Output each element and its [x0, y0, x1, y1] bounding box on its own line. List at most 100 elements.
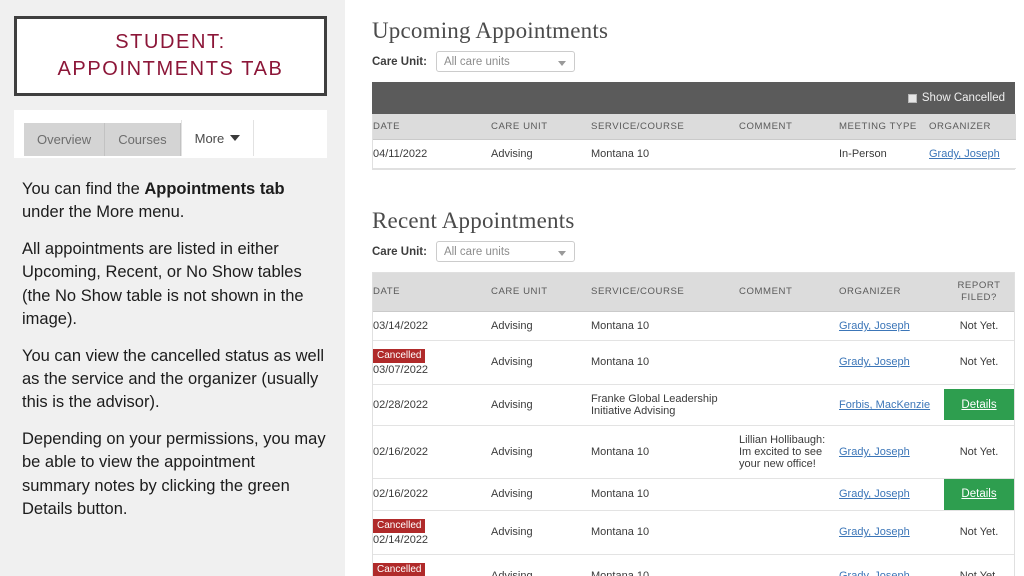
recent-care-unit-value: All care units	[443, 245, 510, 258]
cell-service-course: Montana 10	[591, 311, 739, 341]
cell-service-course: Montana 10	[591, 510, 739, 555]
upcoming-table-container: Show Cancelled DATE CARE UNIT SERVICE/COUR…	[372, 82, 1016, 170]
column-header: MEETING TYPE	[839, 114, 929, 140]
cell-care-unit: Advising	[491, 425, 591, 479]
cell-care-unit: Advising	[491, 510, 591, 555]
upcoming-care-unit-select[interactable]: All care units	[435, 51, 575, 72]
organizer-link[interactable]: Grady, Joseph	[839, 320, 910, 332]
column-header: DATE	[373, 114, 491, 140]
slide-title-box: STUDENT: APPOINTMENTS TAB	[14, 16, 327, 96]
upcoming-appointments-section: Upcoming Appointments Care Unit: All car…	[372, 18, 1016, 170]
chevron-down-icon	[557, 251, 566, 256]
cell-organizer: Grady, Joseph	[839, 478, 944, 511]
paragraph: You can view the cancelled status as wel…	[22, 345, 327, 415]
text-run: All appointments are listed in either Up…	[22, 239, 304, 329]
cell-report-filed: Not Yet.	[944, 425, 1014, 479]
cell-organizer: Grady, Joseph	[839, 425, 944, 479]
explainer-text: You can find the Appointments tab under …	[22, 178, 327, 534]
text-run: under the More menu.	[22, 203, 185, 222]
cell-date: 04/11/2022	[373, 139, 491, 169]
tab-more[interactable]: More	[180, 120, 255, 156]
cell-care-unit: Advising	[491, 554, 591, 576]
recent-table-container: DATE CARE UNIT SERVICE/COURSE COMMENT ORGANI…	[372, 272, 1015, 576]
column-header: DATE	[373, 273, 491, 312]
student-profile-tabs-card: Overview Courses More	[14, 110, 327, 158]
cell-date: 02/16/2022	[373, 425, 491, 479]
organizer-link[interactable]: Grady, Joseph	[839, 488, 910, 500]
cell-organizer: Grady, Joseph	[929, 139, 1016, 169]
show-cancelled-checkbox[interactable]	[907, 93, 917, 103]
paragraph: Depending on your permissions, you may b…	[22, 428, 327, 522]
left-explainer-panel: STUDENT: APPOINTMENTS TAB Overview Course…	[0, 0, 345, 576]
cell-report-filed: Not Yet.	[944, 340, 1014, 385]
column-header: COMMENT	[739, 273, 839, 312]
cell-date: 03/14/2022	[373, 311, 491, 341]
table-row: Cancelled 02/14/2022 Advising Montana 10 Gra…	[373, 510, 1014, 555]
column-header: COMMENT	[739, 114, 839, 140]
tab-label: Courses	[118, 132, 167, 147]
cell-organizer: Grady, Joseph	[839, 311, 944, 341]
cell-date: Cancelled 02/14/2022	[373, 510, 491, 555]
cell-service-course: Franke Global Leadership Initiative Advi…	[591, 384, 739, 426]
table-header-row: DATE CARE UNIT SERVICE/COURSE COMMENT ORGANI…	[373, 273, 1014, 312]
status-badge: Cancelled	[373, 562, 426, 576]
chevron-down-icon	[557, 61, 566, 66]
details-button[interactable]: Details	[944, 389, 1014, 421]
recent-care-unit-label: Care Unit:	[372, 245, 427, 258]
recent-appointments-table: DATE CARE UNIT SERVICE/COURSE COMMENT ORGANI…	[373, 273, 1014, 576]
table-row: 03/14/2022 Advising Montana 10 Grady, Josep…	[373, 311, 1014, 341]
column-header: SERVICE/COURSE	[591, 114, 739, 140]
cell-comment	[739, 384, 839, 426]
details-button[interactable]: Details	[944, 478, 1014, 510]
upcoming-table-toolbar: Show Cancelled	[372, 82, 1015, 114]
organizer-link[interactable]: Grady, Joseph	[839, 570, 910, 576]
cell-care-unit: Advising	[491, 340, 591, 385]
upcoming-care-unit-value: All care units	[443, 55, 510, 68]
table-row: Cancelled 03/07/2022 Advising Montana 10 Gra…	[373, 340, 1014, 385]
cell-comment	[739, 510, 839, 555]
upcoming-care-unit-label: Care Unit:	[372, 55, 427, 68]
column-header: SERVICE/COURSE	[591, 273, 739, 312]
cell-report-filed: Not Yet.	[944, 510, 1014, 555]
tab-bar: Overview Courses More	[24, 120, 255, 156]
cell-service-course: Montana 10	[591, 139, 739, 169]
organizer-link[interactable]: Grady, Joseph	[929, 148, 1000, 160]
tab-label: Overview	[37, 132, 92, 147]
cell-comment	[739, 139, 839, 169]
cell-care-unit: Advising	[491, 478, 591, 511]
cell-comment	[739, 340, 839, 385]
cell-comment: Lillian Hollibaugh: Im excited to see yo…	[739, 425, 839, 479]
paragraph: All appointments are listed in either Up…	[22, 238, 327, 332]
column-header: CARE UNIT	[491, 114, 591, 140]
text-run: Depending on your permissions, you may b…	[22, 429, 326, 519]
upcoming-care-unit-filter: Care Unit: All care units	[372, 51, 1015, 72]
slide-root: STUDENT: APPOINTMENTS TAB Overview Course…	[0, 0, 1024, 576]
show-cancelled-label: Show Cancelled	[921, 92, 1005, 104]
cell-report-filed: Details	[944, 478, 1014, 511]
recent-care-unit-select[interactable]: All care units	[435, 241, 575, 262]
cell-service-course: Montana 10	[591, 478, 739, 511]
recent-heading: Recent Appointments	[372, 208, 575, 233]
table-row: 02/28/2022 Advising Franke Global Leadersh…	[373, 384, 1014, 426]
table-row: 02/16/2022 Advising Montana 10 Grady, Josep…	[373, 478, 1014, 511]
organizer-link[interactable]: Grady, Joseph	[839, 446, 910, 458]
cell-report-filed: Details	[944, 384, 1014, 426]
table-header-row: DATE CARE UNIT SERVICE/COURSE COMMENT MEETIN…	[373, 114, 1016, 140]
column-header: ORGANIZER	[839, 273, 944, 312]
paragraph: You can find the Appointments tab under …	[22, 178, 327, 225]
table-row: 04/11/2022 Advising Montana 10 In-Person Gra…	[373, 139, 1016, 169]
cell-service-course: Montana 10	[591, 554, 739, 576]
organizer-link[interactable]: Forbis, MacKenzie	[839, 399, 930, 411]
table-row: Cancelled02/07/2022AdvisingMontana 10 Gra…	[373, 554, 1014, 576]
column-header: CARE UNIT	[491, 273, 591, 312]
tab-label: More	[194, 130, 225, 146]
organizer-link[interactable]: Grady, Joseph	[839, 356, 910, 368]
tab-courses[interactable]: Courses	[105, 123, 181, 156]
cell-report-filed: Not Yet.	[944, 554, 1014, 576]
tab-overview[interactable]: Overview	[24, 123, 106, 156]
upcoming-heading: Upcoming Appointments	[372, 18, 609, 43]
column-header: ORGANIZER	[929, 114, 1016, 140]
organizer-link[interactable]: Grady, Joseph	[839, 526, 910, 538]
chevron-down-icon	[230, 135, 241, 141]
cell-care-unit: Advising	[491, 139, 591, 169]
